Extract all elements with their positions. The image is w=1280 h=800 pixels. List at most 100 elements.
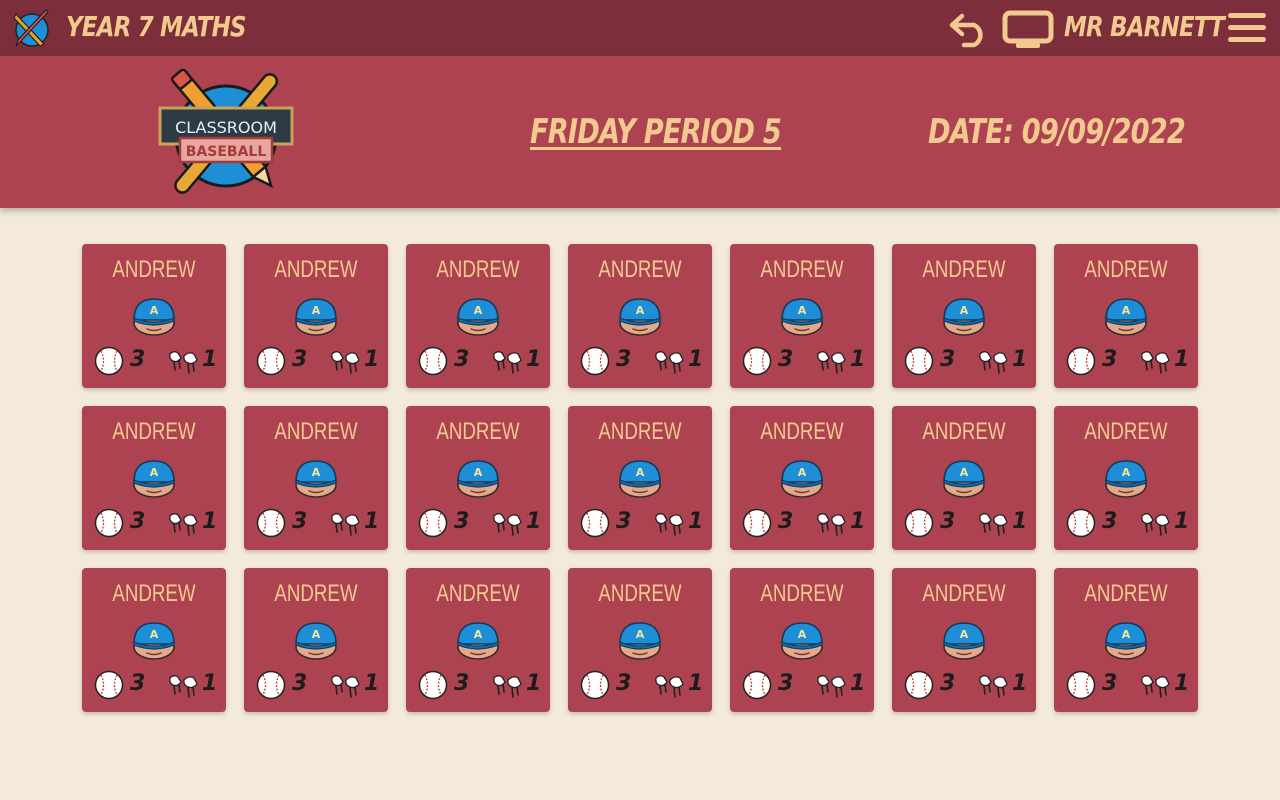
student-name: ANDREW — [274, 580, 358, 607]
cap-letter: A — [798, 466, 807, 479]
screen-icon[interactable] — [1002, 10, 1054, 50]
cleats-icon — [493, 675, 522, 698]
cleats-icon — [493, 513, 522, 536]
logo-text-top: CLASSROOM — [175, 118, 277, 137]
cap-letter: A — [474, 304, 483, 317]
hamburger-menu-icon[interactable] — [1226, 12, 1268, 44]
ball-count: 3 — [1102, 347, 1118, 372]
ball-count: 3 — [1102, 671, 1118, 696]
student-card[interactable]: ANDREW A 3 1 — [730, 244, 874, 388]
cap-letter: A — [312, 304, 321, 317]
student-name: ANDREW — [922, 580, 1006, 607]
player-cap-avatar-icon: A — [133, 460, 175, 498]
cleats-icon — [169, 351, 198, 374]
cap-letter: A — [798, 628, 807, 641]
undo-icon[interactable] — [948, 8, 990, 48]
cleats-icon — [655, 675, 684, 698]
cap-letter: A — [474, 628, 483, 641]
student-card[interactable]: ANDREW A 3 1 — [82, 406, 226, 550]
player-cap-avatar-icon: A — [781, 460, 823, 498]
student-card[interactable]: ANDREW A 3 1 — [568, 244, 712, 388]
cleats-icon — [979, 351, 1008, 374]
student-grid: ANDREW A 3 1 ANDREW A 3 1 ANDREW A 3 1 A… — [82, 244, 1198, 712]
cap-letter: A — [960, 628, 969, 641]
student-card[interactable]: ANDREW A 3 1 — [82, 568, 226, 712]
player-cap-avatar-icon: A — [295, 460, 337, 498]
ball-count: 3 — [616, 509, 632, 534]
student-name: ANDREW — [598, 256, 682, 283]
student-name: ANDREW — [598, 580, 682, 607]
student-card[interactable]: ANDREW A 3 1 — [1054, 244, 1198, 388]
student-card[interactable]: ANDREW A 3 1 — [568, 406, 712, 550]
player-cap-avatar-icon: A — [619, 460, 661, 498]
ball-count: 3 — [940, 347, 956, 372]
baseball-bat-pencil-icon — [13, 9, 49, 47]
ball-count: 3 — [130, 509, 146, 534]
cleats-icon — [331, 675, 360, 698]
student-card[interactable]: ANDREW A 3 1 — [406, 244, 550, 388]
baseball-icon — [418, 670, 448, 700]
player-cap-avatar-icon: A — [133, 622, 175, 660]
student-card[interactable]: ANDREW A 3 1 — [244, 568, 388, 712]
player-cap-avatar-icon: A — [133, 298, 175, 336]
baseball-icon — [904, 346, 934, 376]
ball-count: 3 — [292, 671, 308, 696]
student-card[interactable]: ANDREW A 3 1 — [892, 244, 1036, 388]
cleats-count: 1 — [688, 509, 704, 534]
student-name: ANDREW — [274, 418, 358, 445]
student-name: ANDREW — [1084, 256, 1168, 283]
ball-count: 3 — [454, 671, 470, 696]
student-card[interactable]: ANDREW A 3 1 — [568, 568, 712, 712]
session-header: CLASSROOM BASEBALL Friday Period 5 Date:… — [0, 56, 1280, 208]
baseball-icon — [904, 670, 934, 700]
student-card[interactable]: ANDREW A 3 1 — [244, 244, 388, 388]
ball-count: 3 — [292, 509, 308, 534]
student-name: ANDREW — [436, 418, 520, 445]
student-card[interactable]: ANDREW A 3 1 — [730, 406, 874, 550]
ball-count: 3 — [940, 509, 956, 534]
ball-count: 3 — [778, 671, 794, 696]
baseball-icon — [580, 508, 610, 538]
cleats-icon — [979, 513, 1008, 536]
student-name: ANDREW — [112, 580, 196, 607]
student-card[interactable]: ANDREW A 3 1 — [1054, 406, 1198, 550]
student-card[interactable]: ANDREW A 3 1 — [406, 568, 550, 712]
cleats-count: 1 — [526, 671, 542, 696]
student-name: ANDREW — [274, 256, 358, 283]
student-card[interactable]: ANDREW A 3 1 — [244, 406, 388, 550]
student-name: ANDREW — [598, 418, 682, 445]
app-title: Year 7 Maths — [66, 10, 247, 43]
student-card[interactable]: ANDREW A 3 1 — [82, 244, 226, 388]
cleats-count: 1 — [202, 347, 218, 372]
cleats-count: 1 — [688, 347, 704, 372]
cap-letter: A — [1122, 304, 1131, 317]
teacher-name[interactable]: Mr Barnett — [1064, 10, 1225, 43]
cleats-icon — [817, 351, 846, 374]
student-card[interactable]: ANDREW A 3 1 — [892, 406, 1036, 550]
cleats-count: 1 — [850, 671, 866, 696]
student-card[interactable]: ANDREW A 3 1 — [892, 568, 1036, 712]
period-title[interactable]: Friday Period 5 — [530, 112, 782, 152]
ball-count: 3 — [1102, 509, 1118, 534]
cap-letter: A — [960, 466, 969, 479]
cleats-icon — [493, 351, 522, 374]
baseball-icon — [256, 508, 286, 538]
cap-letter: A — [1122, 628, 1131, 641]
player-cap-avatar-icon: A — [457, 622, 499, 660]
student-card[interactable]: ANDREW A 3 1 — [730, 568, 874, 712]
student-name: ANDREW — [436, 256, 520, 283]
cap-letter: A — [636, 466, 645, 479]
cleats-icon — [817, 513, 846, 536]
cleats-count: 1 — [526, 347, 542, 372]
ball-count: 3 — [940, 671, 956, 696]
student-card[interactable]: ANDREW A 3 1 — [1054, 568, 1198, 712]
player-cap-avatar-icon: A — [943, 622, 985, 660]
cap-letter: A — [636, 304, 645, 317]
logo-text-bottom: BASEBALL — [186, 144, 267, 160]
student-card[interactable]: ANDREW A 3 1 — [406, 406, 550, 550]
baseball-icon — [418, 508, 448, 538]
baseball-icon — [580, 670, 610, 700]
cleats-count: 1 — [364, 509, 380, 534]
cleats-count: 1 — [1174, 509, 1190, 534]
baseball-icon — [1066, 346, 1096, 376]
